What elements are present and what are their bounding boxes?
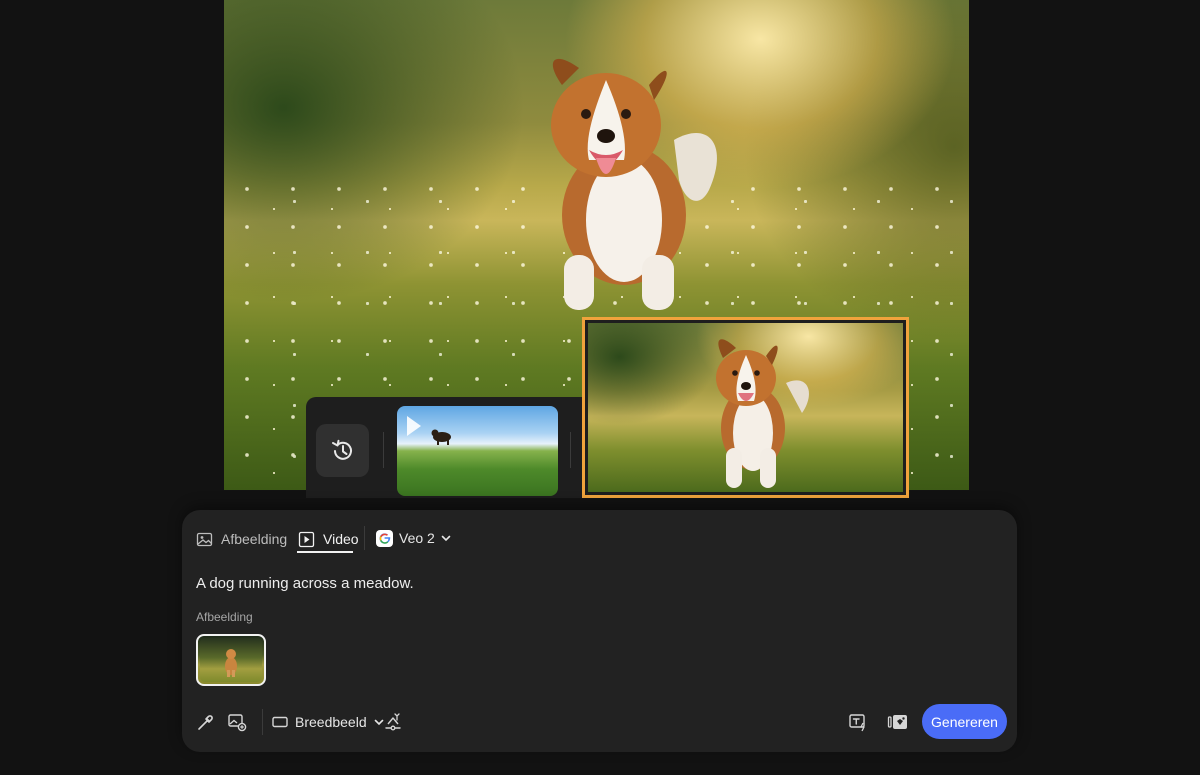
strip-divider bbox=[383, 432, 384, 468]
add-image-button[interactable] bbox=[225, 710, 249, 734]
text-to-image-button[interactable] bbox=[846, 710, 870, 734]
dog-illustration bbox=[551, 58, 717, 310]
eyedropper-icon bbox=[198, 715, 213, 730]
reference-image[interactable] bbox=[196, 634, 266, 686]
tab-video-label: Video bbox=[323, 531, 359, 547]
style-reference-button[interactable] bbox=[886, 710, 910, 734]
history-button[interactable] bbox=[316, 424, 369, 477]
dog-on-grass-thumbnail bbox=[407, 416, 451, 445]
model-select[interactable]: Veo 2 bbox=[376, 527, 451, 549]
camera-motion-icon bbox=[385, 713, 401, 731]
dog-reference-image bbox=[200, 638, 262, 682]
history-thumbnail-selected[interactable] bbox=[582, 317, 909, 498]
history-icon bbox=[331, 439, 352, 460]
camera-motion-button[interactable] bbox=[381, 710, 405, 734]
model-label: Veo 2 bbox=[399, 530, 435, 546]
active-tab-indicator bbox=[297, 551, 353, 553]
prompt-input[interactable]: A dog running across a meadow. bbox=[196, 575, 414, 592]
text-to-image-icon bbox=[849, 714, 865, 732]
video-icon bbox=[298, 531, 315, 547]
tabs-divider bbox=[364, 526, 365, 550]
image-icon bbox=[196, 532, 213, 546]
thumbnail-image bbox=[588, 323, 903, 492]
aspect-ratio-label: Breedbeeld bbox=[295, 714, 367, 730]
chevron-down-icon bbox=[441, 535, 451, 542]
widescreen-icon bbox=[272, 716, 288, 728]
strip-divider bbox=[570, 432, 571, 468]
generate-button[interactable]: Genereren bbox=[922, 704, 1007, 739]
dog-in-meadow-thumbnail bbox=[716, 339, 809, 488]
tab-video[interactable]: Video bbox=[298, 528, 359, 550]
tab-image[interactable]: Afbeelding bbox=[196, 528, 287, 550]
history-thumbnail[interactable] bbox=[397, 406, 558, 496]
add-image-icon bbox=[228, 714, 247, 732]
tab-image-label: Afbeelding bbox=[221, 531, 288, 547]
eyedropper-button[interactable] bbox=[194, 710, 218, 734]
style-reference-icon bbox=[887, 715, 907, 729]
image-section-label: Afbeelding bbox=[196, 610, 253, 624]
aspect-ratio-select[interactable]: Breedbeeld bbox=[272, 711, 384, 733]
google-icon bbox=[376, 529, 393, 547]
toolbar-divider bbox=[262, 709, 263, 735]
